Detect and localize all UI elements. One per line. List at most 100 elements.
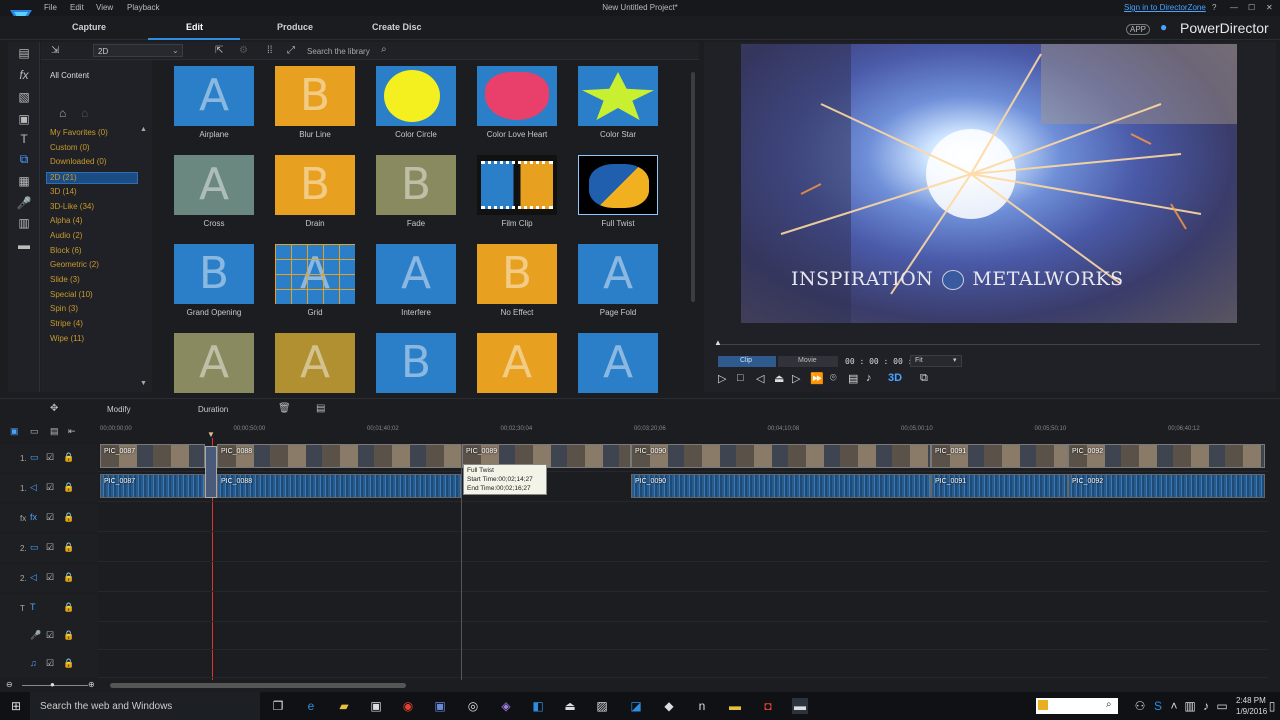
library-scrollbar[interactable] — [690, 62, 696, 392]
clock-date[interactable]: 1/9/2016 — [1236, 707, 1267, 716]
app-icon-5[interactable]: ▨ — [594, 698, 610, 714]
fast-forward-icon[interactable]: ⏩ — [810, 372, 824, 385]
all-content[interactable]: All Content — [50, 71, 89, 80]
app-icon-7[interactable]: n — [694, 698, 710, 714]
movie-mode-button[interactable]: Movie — [778, 356, 838, 367]
tools-icon[interactable]: ✥ — [50, 403, 58, 414]
grid-view-icon[interactable]: ⁞⁞ — [267, 45, 273, 56]
transition-thumbnail[interactable]: B — [174, 244, 254, 304]
particle-room-icon[interactable]: ▣ — [16, 112, 32, 126]
category-scroll-up-icon[interactable]: ▲ — [140, 126, 147, 133]
video-clip[interactable]: PIC_0090 — [631, 444, 931, 468]
transition-thumbnail[interactable]: A — [376, 66, 456, 126]
tag-icon[interactable]: ⌂ — [59, 106, 66, 120]
category-item[interactable]: Spin (3) — [50, 304, 78, 313]
zoom-slider-thumb[interactable]: ● — [50, 680, 55, 689]
lock-icon[interactable]: 🔒 — [63, 482, 74, 493]
timeline-ruler[interactable]: 00;00;00;00 00;00;50;00 00;01;40;02 00;02;3… — [98, 422, 1268, 440]
task-view-icon[interactable]: ❐ — [270, 698, 286, 714]
transition-thumbnail[interactable]: A — [275, 244, 355, 304]
modify-button[interactable]: Modify — [107, 405, 131, 414]
preview-scrubber-icon[interactable]: ▲ — [714, 338, 722, 347]
playhead-icon[interactable]: ▼ — [207, 430, 217, 439]
track-enable-checkbox[interactable]: ☑ — [46, 452, 54, 463]
transition-thumbnail[interactable]: B — [275, 155, 355, 215]
transition-thumbnail[interactable]: B — [376, 155, 456, 215]
voice-track-icon[interactable]: 🎤 — [30, 630, 41, 641]
media-room-icon[interactable]: ▤ — [16, 46, 32, 60]
audio-track-icon[interactable]: ◁ — [30, 572, 37, 583]
chrome-icon[interactable]: ◉ — [400, 698, 416, 714]
stop-icon[interactable]: □ — [737, 372, 744, 384]
3d-toggle-icon[interactable]: 3D — [888, 372, 902, 384]
transition-thumbnail[interactable]: A — [578, 155, 658, 215]
lock-icon[interactable]: 🔒 — [63, 630, 74, 641]
network-icon[interactable]: ▥ — [1182, 698, 1198, 714]
menu-playback[interactable]: Playback — [127, 3, 159, 12]
transition-thumbnail[interactable]: A — [174, 155, 254, 215]
category-item[interactable]: My Favorites (0) — [50, 128, 108, 137]
lock-icon[interactable]: 🔒 — [63, 452, 74, 463]
timeline-horizontal-scrollbar[interactable] — [110, 683, 406, 688]
transition-thumbnail[interactable]: A — [477, 333, 557, 393]
transition-room-icon[interactable]: ⧉ — [16, 152, 32, 166]
edge-icon[interactable]: e — [303, 698, 319, 714]
transition-thumbnail[interactable]: B — [376, 333, 456, 393]
taskbar-search-box[interactable]: Search the web and Windows — [30, 692, 260, 720]
transition-block[interactable] — [205, 446, 217, 498]
audio-clip[interactable]: PIC_0088 — [217, 474, 462, 498]
audio-mix-room-icon[interactable]: ▦ — [16, 174, 32, 188]
capture-frame-icon[interactable]: ▤ — [848, 372, 858, 385]
search-input[interactable]: Search the library — [307, 47, 370, 56]
category-item[interactable]: Block (6) — [50, 246, 82, 255]
lock-icon[interactable]: 🔒 — [63, 542, 74, 553]
transition-thumbnail[interactable]: A — [174, 66, 254, 126]
transition-thumbnail[interactable]: A — [275, 333, 355, 393]
category-item[interactable]: Custom (0) — [50, 143, 90, 152]
clip-menu-icon[interactable]: ▤ — [316, 403, 325, 414]
category-item[interactable]: Stripe (4) — [50, 319, 83, 328]
audio-clip[interactable]: PIC_0091 — [931, 474, 1068, 498]
video-clip[interactable]: PIC_0088 — [217, 444, 462, 468]
category-scroll-down-icon[interactable]: ▼ — [140, 380, 147, 387]
category-item[interactable]: 2D (21) — [46, 172, 138, 185]
outlook-icon[interactable]: ◧ — [530, 698, 546, 714]
transition-thumbnail[interactable]: A — [477, 155, 557, 215]
transition-thumbnail[interactable]: A — [477, 66, 557, 126]
video-track-icon[interactable]: ▭ — [30, 452, 39, 463]
video-clip[interactable]: PIC_0091 — [931, 444, 1068, 468]
transition-thumbnail[interactable]: A — [376, 244, 456, 304]
duration-button[interactable]: Duration — [198, 405, 228, 414]
expand-icon[interactable]: ⤢ — [287, 45, 295, 56]
voiceover-room-icon[interactable]: 🎤 — [16, 196, 32, 210]
transition-thumbnail[interactable]: A — [174, 333, 254, 393]
category-item[interactable]: Special (10) — [50, 290, 93, 299]
library-scroll-thumb[interactable] — [691, 72, 695, 302]
app-icon-8[interactable]: ▬ — [727, 698, 743, 714]
help-icon[interactable]: ? — [1212, 3, 1216, 12]
delete-icon[interactable]: 🗑 — [278, 403, 291, 414]
lock-icon[interactable]: 🔒 — [63, 658, 74, 669]
app-icon-3[interactable]: ◈ — [498, 698, 514, 714]
lock-icon[interactable]: 🔒 — [63, 512, 74, 523]
clock-time[interactable]: 2:48 PM — [1236, 696, 1266, 705]
zoom-in-icon[interactable]: ⊕ — [88, 680, 95, 689]
audio-track-icon[interactable]: ◁ — [30, 482, 37, 493]
taskbar-search-icon[interactable]: ⌕ — [1106, 699, 1112, 710]
track-enable-checkbox[interactable]: ☑ — [46, 512, 54, 523]
outlook-2-icon[interactable]: ◪ — [628, 698, 644, 714]
chapter-room-icon[interactable]: ▥ — [16, 216, 32, 230]
app-icon-4[interactable]: ⏏ — [562, 698, 578, 714]
snapshot-icon[interactable]: ⌾ — [830, 372, 837, 385]
maximize-icon[interactable]: ☐ — [1248, 3, 1255, 12]
audio-clip[interactable]: PIC_0092 — [1068, 474, 1265, 498]
powerdirector-taskbar-icon[interactable]: ▬ — [792, 698, 808, 714]
video-clip[interactable]: PIC_0087 — [100, 444, 205, 468]
store-icon[interactable]: ▣ — [368, 698, 384, 714]
music-track-icon[interactable]: ♫ — [30, 658, 37, 668]
category-item[interactable]: Geometric (2) — [50, 260, 99, 269]
track-manager-icon[interactable]: ▤ — [50, 426, 59, 437]
notifications-icon[interactable]: ▯ — [1264, 698, 1280, 714]
effect-track-icon[interactable]: fx — [30, 512, 37, 522]
video-clip[interactable]: PIC_0092 — [1068, 444, 1265, 468]
